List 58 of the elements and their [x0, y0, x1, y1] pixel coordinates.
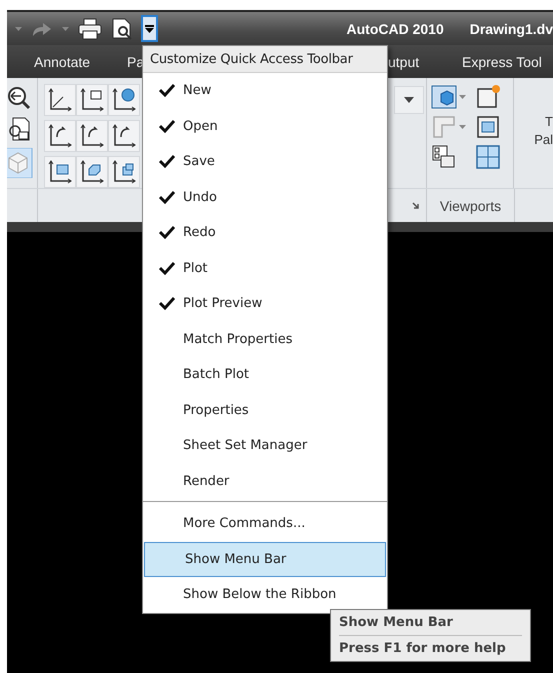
- axes-icon[interactable]: [44, 156, 76, 188]
- menu-item[interactable]: Open: [143, 108, 387, 144]
- axes-icon[interactable]: [76, 156, 108, 188]
- check-icon: [159, 83, 175, 97]
- check-icon: [159, 225, 175, 239]
- axes-icon[interactable]: [108, 156, 140, 188]
- dialog-launcher-icon[interactable]: [412, 202, 420, 210]
- tooltip-title: Show Menu Bar: [339, 614, 454, 632]
- menu-item[interactable]: Render: [143, 464, 387, 499]
- axes-icon[interactable]: [108, 120, 140, 152]
- ribbon-tab[interactable]: Express Tool: [462, 54, 542, 70]
- redo-icon[interactable]: [31, 20, 53, 36]
- viewport-grid-icon[interactable]: [475, 144, 501, 170]
- new-viewport-icon[interactable]: [475, 84, 501, 110]
- check-icon: [159, 118, 175, 132]
- menu-item[interactable]: Show Menu Bar: [144, 542, 386, 577]
- menu-title: Customize Quick Access Toolbar: [143, 46, 387, 73]
- menu-item[interactable]: Redo: [143, 215, 387, 250]
- check-icon: [159, 154, 175, 168]
- menu-item[interactable]: New: [143, 73, 387, 108]
- menu-item[interactable]: Plot Preview: [143, 286, 387, 322]
- axes-icon[interactable]: [76, 120, 108, 152]
- app-title: AutoCAD 2010: [346, 20, 444, 36]
- zoom-back-icon[interactable]: [7, 84, 33, 112]
- tool-palettes-label[interactable]: Pal: [534, 132, 553, 147]
- check-icon: [159, 190, 175, 204]
- check-icon: [159, 296, 175, 310]
- toolbar-dropdown-button[interactable]: [141, 15, 158, 42]
- menu-item[interactable]: Properties: [143, 392, 387, 428]
- menu-item[interactable]: Match Properties: [143, 322, 387, 357]
- caret-icon: [404, 97, 414, 103]
- caret-icon[interactable]: [459, 125, 466, 129]
- menu-item[interactable]: Sheet Set Manager: [143, 428, 387, 464]
- menu-item[interactable]: Save: [143, 144, 387, 180]
- tool-palettes-label[interactable]: T: [545, 114, 553, 129]
- menu-item[interactable]: Plot: [143, 250, 387, 286]
- viewport-config-icon[interactable]: [431, 84, 457, 110]
- axes-icon[interactable]: [44, 84, 76, 116]
- menu-item[interactable]: More Commands...: [143, 506, 387, 542]
- viewport-layout-icon[interactable]: [431, 144, 457, 170]
- dropdown-arrow-icon: [145, 24, 154, 32]
- axes-icon[interactable]: [76, 84, 108, 116]
- clip-viewport-icon[interactable]: [475, 114, 501, 140]
- dropdown-button[interactable]: [394, 86, 424, 114]
- panel-label: Viewports: [440, 198, 502, 214]
- axes-icon[interactable]: [108, 84, 140, 116]
- menu-item[interactable]: Show Below the Ribbon: [143, 577, 387, 612]
- axes-icon[interactable]: [44, 120, 76, 152]
- menu-item[interactable]: Batch Plot: [143, 357, 387, 392]
- check-icon: [159, 260, 175, 274]
- caret-icon[interactable]: [459, 95, 466, 99]
- printer-icon[interactable]: [78, 18, 102, 40]
- ribbon-tab[interactable]: utput: [388, 54, 420, 70]
- print-preview-icon[interactable]: [111, 18, 133, 40]
- document-title: Drawing1.dv: [470, 20, 553, 36]
- ribbon-tab[interactable]: Annotate: [34, 54, 90, 70]
- menu-item[interactable]: Undo: [143, 180, 387, 215]
- tooltip-help: Press F1 for more help: [339, 635, 522, 661]
